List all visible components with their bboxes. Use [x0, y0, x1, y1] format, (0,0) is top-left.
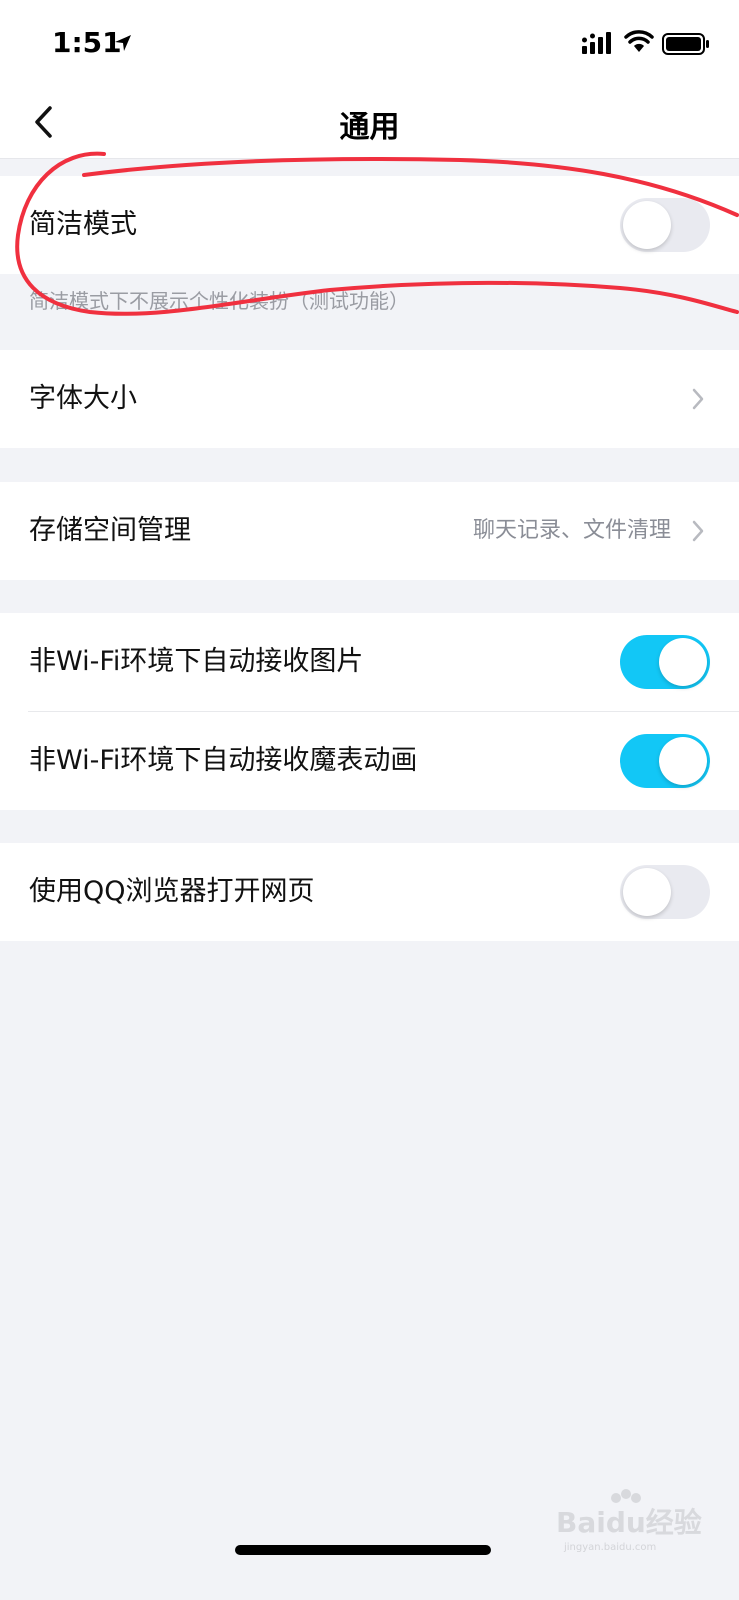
page-title: 通用: [339, 110, 400, 145]
storage-row[interactable]: 存储空间管理 聊天记录、文件清理: [0, 482, 739, 580]
font-size-row[interactable]: 字体大小: [0, 350, 739, 448]
storage-detail: 聊天记录、文件清理: [472, 518, 671, 543]
chevron-right-icon: [692, 520, 704, 542]
home-indicator[interactable]: [235, 1545, 491, 1555]
baidu-watermark: Baidu经验 jingyan.baidu.com: [556, 1489, 702, 1553]
storage-label: 存储空间管理: [29, 515, 191, 546]
simple-mode-toggle[interactable]: [620, 198, 710, 252]
simple-mode-label: 简洁模式: [29, 209, 137, 240]
auto-receive-images-row: 非Wi-Fi环境下自动接收图片: [0, 613, 739, 711]
status-bar: 1:51: [0, 0, 739, 88]
qq-browser-row: 使用QQ浏览器打开网页: [0, 843, 739, 941]
toggle-knob: [659, 638, 707, 686]
qq-browser-label: 使用QQ浏览器打开网页: [29, 876, 315, 907]
navigation-bar: 通用: [0, 88, 739, 159]
status-time: 1:51: [52, 26, 122, 59]
auto-receive-images-toggle[interactable]: [620, 635, 710, 689]
font-size-section: 字体大小: [0, 350, 739, 448]
wifi-icon: [624, 30, 654, 52]
auto-receive-magic-label: 非Wi-Fi环境下自动接收魔表动画: [29, 745, 418, 776]
chevron-right-icon: [692, 388, 704, 410]
media-section: 非Wi-Fi环境下自动接收图片 非Wi-Fi环境下自动接收魔表动画: [0, 613, 739, 810]
auto-receive-magic-toggle[interactable]: [620, 734, 710, 788]
auto-receive-magic-row: 非Wi-Fi环境下自动接收魔表动画: [0, 712, 739, 810]
toggle-knob: [623, 201, 671, 249]
toggle-knob: [659, 737, 707, 785]
watermark-url: jingyan.baidu.com: [563, 1542, 656, 1553]
auto-receive-images-label: 非Wi-Fi环境下自动接收图片: [29, 646, 364, 677]
font-size-label: 字体大小: [29, 383, 137, 414]
browser-section: 使用QQ浏览器打开网页: [0, 843, 739, 941]
simple-mode-section: 简洁模式: [0, 176, 739, 274]
storage-section: 存储空间管理 聊天记录、文件清理: [0, 482, 739, 580]
simple-mode-hint: 简洁模式下不展示个性化装扮（测试功能）: [29, 289, 409, 313]
location-arrow-icon: [115, 35, 131, 51]
battery-icon: [662, 33, 709, 55]
watermark-text: Baidu经验: [556, 1506, 702, 1539]
simple-mode-row: 简洁模式: [0, 176, 739, 274]
cellular-signal-icon: [582, 32, 611, 54]
toggle-knob: [623, 868, 671, 916]
qq-browser-toggle[interactable]: [620, 865, 710, 919]
